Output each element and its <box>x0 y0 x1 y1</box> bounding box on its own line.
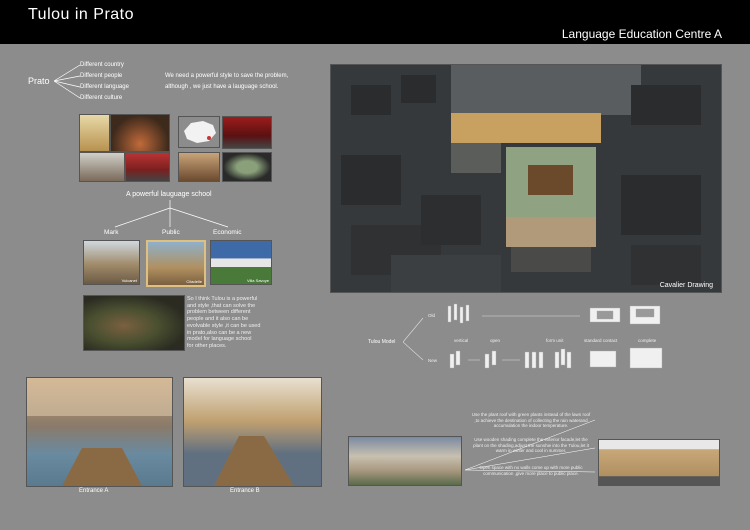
economic-image-caption: Villa Savoye <box>247 278 269 283</box>
conclusion-line-7: model for language school <box>187 336 252 343</box>
conclusion-line-5: evolvable style ,it can be used <box>187 322 261 329</box>
mark-image: Vulcanet <box>83 240 140 285</box>
entrance-b-caption: Entrance B <box>230 488 260 494</box>
entrance-a-image <box>26 377 173 487</box>
new-label: New <box>428 358 438 363</box>
public-image: Citadelle <box>146 240 206 287</box>
conclusion-line-4: people and it also can be <box>187 316 249 323</box>
prato-statement-1: We need a powerful style to save the pro… <box>165 73 289 79</box>
step-form-unit: form unit <box>546 338 564 343</box>
tulou-interior-image <box>110 114 170 152</box>
tulou-aerial-image <box>83 295 185 351</box>
conclusion-line-8: for other places. <box>187 342 227 349</box>
prato-branch-1: Different country <box>80 62 124 68</box>
public-image-caption: Citadelle <box>186 279 202 284</box>
courtyard-image <box>178 152 220 182</box>
tulou-photo <box>348 436 462 486</box>
category-economic: Economic <box>213 229 242 236</box>
cavalier-drawing: Cavalier Drawing <box>330 64 722 293</box>
tulou-model-label: Tulou Model <box>368 339 396 345</box>
conclusion-text: So I think Tulou is a powerful and style… <box>187 296 260 350</box>
tulou-model-branch <box>403 317 424 361</box>
conclusion-line-3: problem between different <box>187 309 251 316</box>
conclusion-line-1: So I think Tulou is a powerful <box>187 296 258 302</box>
prato-branch-4: Different culture <box>80 95 123 101</box>
page-subtitle: Language Education Centre A <box>561 27 722 41</box>
chinese-shop-image <box>125 152 170 182</box>
school-tree-lines <box>114 200 229 228</box>
conclusion-line-2: and style ,that can solve the <box>187 302 256 309</box>
prato-branch-3: Different language <box>80 84 129 90</box>
step-vertical: vertical <box>454 338 469 343</box>
street-image <box>79 152 125 182</box>
facade-section-image <box>598 439 720 486</box>
prato-branch-2: Different people <box>80 73 123 79</box>
conclusion-line-6: in prato,also can be a new <box>187 329 252 336</box>
entrance-b-image <box>183 377 322 487</box>
strategy-arrows <box>464 419 596 473</box>
china-map-image <box>178 116 220 148</box>
step-standard-contact: standard contact <box>584 338 618 343</box>
entrance-a-caption: Entrance A <box>79 488 109 494</box>
chinese-gate-image <box>222 116 272 149</box>
old-label: Old <box>428 313 436 318</box>
step-complete: complete <box>638 338 657 343</box>
cavalier-caption: Cavalier Drawing <box>659 282 713 289</box>
school-heading: A powerful lauguage school <box>126 191 212 198</box>
round-window-image <box>222 152 272 182</box>
cavalier-drawing-render <box>331 65 721 292</box>
prato-label: Prato <box>28 76 50 86</box>
category-mark: Mark <box>104 229 119 236</box>
category-public: Public <box>162 229 180 236</box>
prato-statement-2: although , we just have a lauguage schoo… <box>165 84 279 90</box>
italy-map-image <box>79 114 110 152</box>
mark-image-caption: Vulcanet <box>121 278 137 283</box>
economic-image: Villa Savoye <box>210 240 272 285</box>
step-open: open <box>490 338 501 343</box>
page-title: Tulou in Prato <box>28 6 135 23</box>
